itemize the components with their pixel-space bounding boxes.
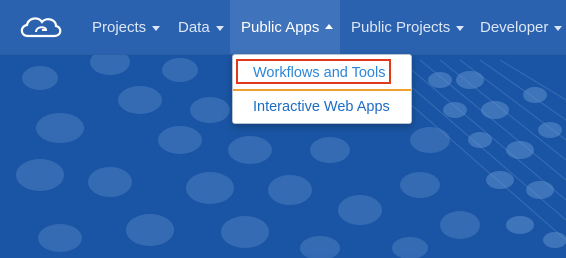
nav-public-projects[interactable]: Public Projects	[339, 0, 476, 54]
nav-projects-label: Projects	[92, 18, 147, 36]
caret-down-icon	[554, 25, 563, 31]
top-navbar: Projects Data Public Apps Public Project…	[0, 0, 566, 55]
app-page: Projects Data Public Apps Public Project…	[0, 0, 566, 258]
menu-item-interactive-web-apps[interactable]: Interactive Web Apps	[233, 93, 411, 121]
caret-down-icon	[456, 25, 465, 31]
nav-public-apps-label: Public Apps	[241, 18, 320, 36]
nav-public-apps[interactable]: Public Apps	[230, 0, 340, 54]
cloud-logo-icon[interactable]	[16, 12, 64, 42]
menu-item-workflows-and-tools[interactable]: Workflows and Tools	[233, 58, 411, 88]
nav-projects[interactable]: Projects	[80, 0, 172, 54]
menu-item-label: Interactive Web Apps	[253, 99, 390, 115]
nav-public-projects-label: Public Projects	[351, 18, 451, 36]
nav-data[interactable]: Data	[166, 0, 236, 54]
caret-down-icon	[215, 25, 224, 31]
nav-data-label: Data	[178, 18, 210, 36]
menu-divider	[233, 89, 411, 91]
public-apps-dropdown: Workflows and Tools Interactive Web Apps	[232, 54, 412, 124]
nav-developer[interactable]: Developer	[468, 0, 566, 54]
caret-up-icon	[325, 23, 334, 29]
nav-developer-label: Developer	[480, 18, 549, 36]
caret-down-icon	[152, 25, 161, 31]
menu-item-label: Workflows and Tools	[253, 65, 386, 81]
